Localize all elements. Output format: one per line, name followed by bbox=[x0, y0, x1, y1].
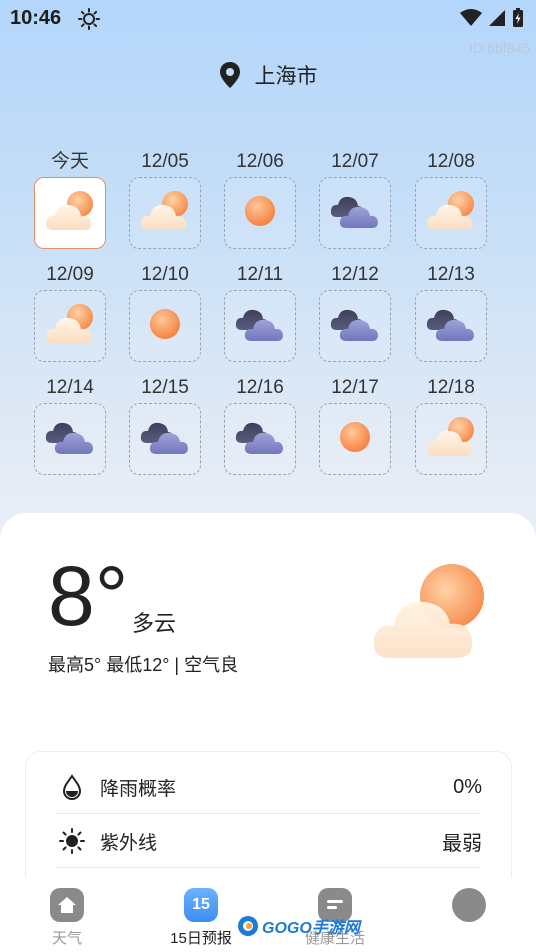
nav-weather-label: 天气 bbox=[51, 930, 82, 947]
forecast-day-label: 今天 bbox=[50, 151, 89, 172]
sunny-icon bbox=[238, 189, 282, 238]
forecast-day-box bbox=[129, 403, 201, 475]
uv-value: 最弱 bbox=[442, 832, 482, 855]
forecast-day-box bbox=[224, 177, 296, 249]
cloudy-icon bbox=[329, 191, 381, 236]
rain-probability-row: 降雨概率 0% bbox=[58, 761, 482, 813]
forecast-day-label: 12/16 bbox=[236, 377, 284, 398]
forecast-day-13[interactable]: 12/17 bbox=[319, 375, 391, 475]
forecast-day-label: 12/17 bbox=[331, 377, 379, 398]
status-time: 10:46 bbox=[10, 7, 62, 29]
divider bbox=[56, 867, 480, 868]
forecast-day-9[interactable]: 12/13 bbox=[415, 262, 487, 362]
brightness-icon bbox=[78, 8, 100, 30]
divider bbox=[56, 813, 480, 814]
cloudy-icon bbox=[425, 304, 477, 349]
city-name: 上海市 bbox=[254, 65, 318, 88]
partly-cloudy-icon bbox=[139, 189, 191, 238]
temperature-range-air-quality: 最高5° 最低12° | 空气良 bbox=[48, 655, 239, 675]
watermark-logo-icon bbox=[238, 916, 258, 936]
battery-icon bbox=[513, 8, 523, 27]
partly-cloudy-icon bbox=[425, 189, 477, 238]
forecast-day-5[interactable]: 12/09 bbox=[34, 262, 106, 362]
cloudy-icon bbox=[139, 417, 191, 462]
forecast-day-box bbox=[34, 177, 106, 249]
forecast-day-3[interactable]: 12/07 bbox=[319, 149, 391, 249]
forecast-day-11[interactable]: 12/15 bbox=[129, 375, 201, 475]
cloudy-icon bbox=[44, 417, 96, 462]
cloudy-icon bbox=[329, 304, 381, 349]
watermark-text: GOGO手游网 bbox=[262, 920, 360, 937]
forecast-day-label: 12/06 bbox=[236, 151, 284, 172]
calendar-15-icon: 15 bbox=[184, 888, 218, 922]
cloudy-icon bbox=[234, 417, 286, 462]
location-pin-icon bbox=[219, 62, 240, 88]
forecast-day-label: 12/13 bbox=[427, 264, 475, 285]
partly-cloudy-icon bbox=[44, 302, 96, 351]
partly-cloudy-large-icon bbox=[373, 564, 484, 658]
forecast-day-box bbox=[415, 403, 487, 475]
rain-probability-value: 0% bbox=[453, 775, 482, 798]
rain-probability-label: 降雨概率 bbox=[100, 778, 177, 800]
sun-icon bbox=[59, 828, 85, 854]
sunny-icon bbox=[143, 302, 187, 351]
signal-icon bbox=[489, 10, 505, 26]
current-condition: 多云 bbox=[132, 611, 177, 636]
current-temperature: 8° bbox=[48, 549, 129, 643]
forecast-day-box bbox=[415, 290, 487, 362]
watermark: GOGO手游网 bbox=[236, 914, 360, 938]
forecast-day-box bbox=[319, 403, 391, 475]
forecast-day-6[interactable]: 12/10 bbox=[129, 262, 201, 362]
status-bar: 10:46 bbox=[0, 0, 536, 36]
partly-cloudy-icon bbox=[425, 415, 477, 464]
forecast-day-label: 12/09 bbox=[46, 264, 94, 285]
uv-label: 紫外线 bbox=[100, 832, 158, 854]
profile-icon bbox=[452, 888, 486, 922]
forecast-day-label: 12/14 bbox=[46, 377, 94, 398]
forecast-day-label: 12/11 bbox=[236, 264, 284, 285]
sunny-icon bbox=[333, 415, 377, 464]
partly-cloudy-icon bbox=[44, 189, 96, 238]
nav-weather[interactable]: 天气 bbox=[17, 888, 117, 948]
forecast-day-box bbox=[129, 177, 201, 249]
forecast-day-12[interactable]: 12/16 bbox=[224, 375, 296, 475]
forecast-day-1[interactable]: 12/05 bbox=[129, 149, 201, 249]
wifi-icon bbox=[460, 9, 482, 26]
forecast-day-box bbox=[415, 177, 487, 249]
forecast-day-label: 12/08 bbox=[427, 151, 475, 172]
forecast-day-label: 12/18 bbox=[427, 377, 475, 398]
forecast-day-0[interactable]: 今天 bbox=[34, 149, 106, 249]
forecast-day-box bbox=[224, 403, 296, 475]
forecast-day-4[interactable]: 12/08 bbox=[415, 149, 487, 249]
forecast-day-label: 12/12 bbox=[331, 264, 379, 285]
uv-index-row: 紫外线 最弱 bbox=[58, 815, 482, 867]
forecast-day-box bbox=[224, 290, 296, 362]
forecast-day-box bbox=[34, 290, 106, 362]
forecast-day-label: 12/15 bbox=[141, 377, 189, 398]
forecast-day-10[interactable]: 12/14 bbox=[34, 375, 106, 475]
nav-profile[interactable] bbox=[419, 888, 519, 927]
forecast-day-box bbox=[319, 177, 391, 249]
forecast-day-box bbox=[34, 403, 106, 475]
id-tag: ID:6bf845 bbox=[469, 40, 530, 56]
location-header[interactable]: 上海市 bbox=[0, 60, 536, 90]
calendar-badge: 15 bbox=[192, 896, 210, 913]
home-icon bbox=[50, 888, 84, 922]
forecast-day-7[interactable]: 12/11 bbox=[224, 262, 296, 362]
drop-icon bbox=[62, 774, 82, 800]
forecast-day-2[interactable]: 12/06 bbox=[224, 149, 296, 249]
forecast-day-label: 12/07 bbox=[331, 151, 379, 172]
forecast-day-label: 12/10 bbox=[141, 264, 189, 285]
forecast-day-box bbox=[319, 290, 391, 362]
forecast-day-14[interactable]: 12/18 bbox=[415, 375, 487, 475]
forecast-day-label: 12/05 bbox=[141, 151, 189, 172]
forecast-day-box bbox=[129, 290, 201, 362]
cloudy-icon bbox=[234, 304, 286, 349]
forecast-day-8[interactable]: 12/12 bbox=[319, 262, 391, 362]
